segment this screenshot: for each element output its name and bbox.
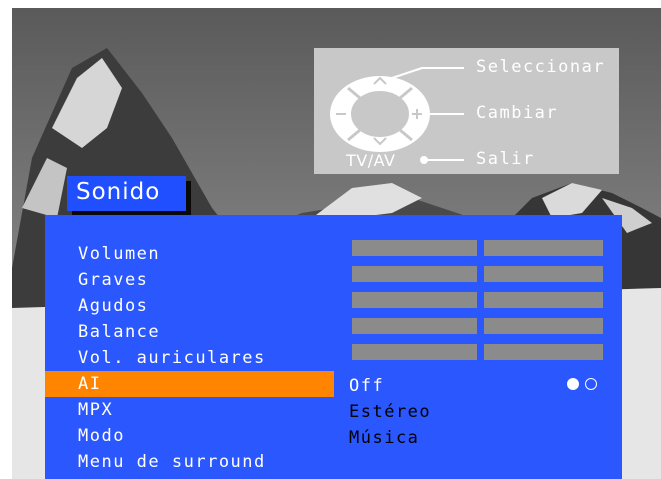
tvav-button-label: TV/AV: [346, 151, 396, 170]
tv-screen: Seleccionar Cambiar Salir TV/AV Sonido V…: [12, 8, 661, 479]
vol-auriculares-bar-left[interactable]: [352, 344, 477, 360]
menu-item-volumen[interactable]: Volumen: [45, 241, 334, 267]
ai-value: Off: [349, 376, 385, 396]
mpx-value: Estéreo: [349, 402, 432, 422]
balance-bar-right[interactable]: [484, 318, 603, 334]
menu-item-label: Modo: [78, 426, 125, 446]
menu-item-agudos[interactable]: Agudos: [45, 293, 334, 319]
menu-item-graves[interactable]: Graves: [45, 267, 334, 293]
exit-hint-label: Salir: [476, 149, 535, 169]
menu-item-label: Graves: [78, 270, 149, 290]
menu-item-label: Balance: [78, 322, 161, 342]
unselected-dot-icon: [585, 378, 597, 390]
menu-item-label: Volumen: [78, 244, 161, 264]
agudos-bar-left[interactable]: [352, 292, 477, 308]
select-hint-label: Seleccionar: [476, 57, 606, 77]
selected-dot-icon: [567, 378, 579, 390]
menu-item-vol-auriculares[interactable]: Vol. auriculares: [45, 345, 334, 371]
menu-item-label: MPX: [78, 400, 114, 420]
menu-item-modo[interactable]: Modo: [45, 423, 334, 449]
menu-item-label: Agudos: [78, 296, 149, 316]
vol-auriculares-bar-right[interactable]: [484, 344, 603, 360]
menu-item-label: Vol. auriculares: [78, 348, 266, 368]
menu-item-menu-de-surround[interactable]: Menu de surround: [45, 449, 334, 475]
menu-item-balance[interactable]: Balance: [45, 319, 334, 345]
remote-help-panel: Seleccionar Cambiar Salir TV/AV: [314, 48, 619, 174]
menu-item-label: Menu de surround: [78, 452, 266, 472]
change-hint-label: Cambiar: [476, 103, 559, 123]
graves-bar-right[interactable]: [484, 266, 603, 282]
menu-item-label: AI: [78, 374, 102, 394]
menu-item-mpx[interactable]: MPX: [45, 397, 334, 423]
agudos-bar-right[interactable]: [484, 292, 603, 308]
volumen-bar-right[interactable]: [484, 240, 603, 256]
menu-title: Sonido: [76, 179, 161, 205]
graves-bar-left[interactable]: [352, 266, 477, 282]
balance-bar-left[interactable]: [352, 318, 477, 334]
menu-title-box: Sonido: [67, 176, 186, 211]
menu-item-ai[interactable]: AI: [45, 371, 334, 397]
volumen-bar-left[interactable]: [352, 240, 477, 256]
modo-value: Música: [349, 428, 420, 448]
sound-menu-panel: Volumen Graves Agudos Balance Vol. auric…: [45, 215, 622, 479]
